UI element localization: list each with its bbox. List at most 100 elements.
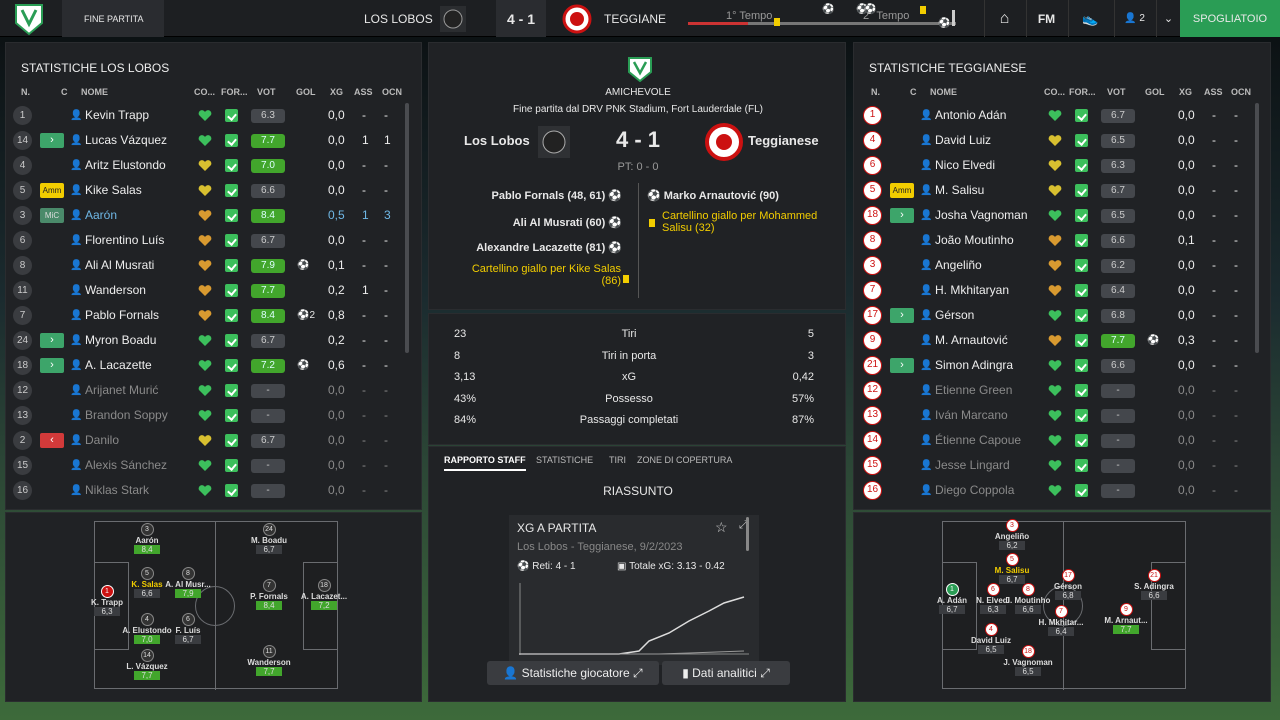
player-name[interactable]: Myron Boadu bbox=[85, 328, 156, 353]
player-row[interactable]: 13 👤 Iván Marcano - 0,0 - - bbox=[854, 403, 1264, 428]
col-xg[interactable]: XG bbox=[330, 87, 343, 97]
col-form[interactable]: FOR... bbox=[221, 87, 248, 97]
pitch-player[interactable]: 18 J. Vagnoman 6,5 bbox=[998, 645, 1058, 676]
player-row[interactable]: 12 👤 Arijanet Murić - 0,0 - - bbox=[6, 378, 416, 403]
player-name[interactable]: David Luiz bbox=[935, 128, 991, 153]
scrollbar[interactable] bbox=[405, 103, 409, 353]
player-name[interactable]: Pablo Fornals bbox=[85, 303, 159, 328]
pitch-player[interactable]: 8 A. Al Musr... 7,9 bbox=[158, 567, 218, 598]
player-row[interactable]: 14 › 👤 Lucas Vázquez 7.7 0,0 1 1 bbox=[6, 128, 416, 153]
player-name[interactable]: Aarón bbox=[85, 203, 117, 228]
player-name[interactable]: Iván Marcano bbox=[935, 403, 1008, 428]
player-name[interactable]: Wanderson bbox=[85, 278, 146, 303]
pitch-player[interactable]: 7 P. Fornals 8,4 bbox=[239, 579, 299, 610]
player-row[interactable]: 8 👤 Ali Al Musrati 7.9 ⚽ 0,1 - - bbox=[6, 253, 416, 278]
pitch-player[interactable]: 6 F. Luís 6,7 bbox=[158, 613, 218, 644]
player-row[interactable]: 2 ‹ 👤 Danilo 6.7 0,0 - - bbox=[6, 428, 416, 453]
player-name[interactable]: Arijanet Murić bbox=[85, 378, 158, 403]
away-team-label[interactable]: Teggianese bbox=[748, 133, 819, 148]
player-name[interactable]: Aritz Elustondo bbox=[85, 153, 166, 178]
col-assists[interactable]: ASS bbox=[1204, 87, 1223, 97]
player-row[interactable]: 14 👤 Étienne Capoue - 0,0 - - bbox=[854, 428, 1264, 453]
player-row[interactable]: 4 👤 David Luiz 6.5 0,0 - - bbox=[854, 128, 1264, 153]
player-name[interactable]: Jesse Lingard bbox=[935, 453, 1010, 478]
pitch-player[interactable]: 21 S. Adingra 6,6 bbox=[1124, 569, 1184, 600]
tab-statistiche[interactable]: STATISTICHE bbox=[536, 455, 593, 465]
users-button[interactable]: 👤 2 bbox=[1114, 0, 1154, 37]
player-row[interactable]: 6 👤 Florentino Luís 6.7 0,0 - - bbox=[6, 228, 416, 253]
player-name[interactable]: Nico Elvedi bbox=[935, 153, 995, 178]
shoe-icon[interactable]: 👟 bbox=[1068, 0, 1112, 37]
player-name[interactable]: H. Mkhitaryan bbox=[935, 278, 1009, 303]
col-form[interactable]: FOR... bbox=[1069, 87, 1096, 97]
col-goals[interactable]: GOL bbox=[296, 87, 316, 97]
player-name[interactable]: A. Lacazette bbox=[85, 353, 152, 378]
player-name[interactable]: Antonio Adán bbox=[935, 103, 1006, 128]
pitch-player[interactable]: 7 H. Mkhitar... 6,4 bbox=[1031, 605, 1091, 636]
fm-menu-button[interactable]: FM bbox=[1026, 0, 1066, 37]
col-goals[interactable]: GOL bbox=[1145, 87, 1165, 97]
analytics-button[interactable]: ▮ Dati analitici ⤢ bbox=[662, 661, 790, 685]
player-name[interactable]: M. Salisu bbox=[935, 178, 984, 203]
player-row[interactable]: 1 👤 Kevin Trapp 6.3 0,0 - - bbox=[6, 103, 416, 128]
pitch-player[interactable]: 3 Aarón 8,4 bbox=[117, 523, 177, 554]
tab-zone-copertura[interactable]: ZONE DI COPERTURA bbox=[637, 455, 732, 465]
col-ocn[interactable]: OCN bbox=[382, 87, 402, 97]
player-row[interactable]: 5 Amm 👤 Kike Salas 6.6 0,0 - - bbox=[6, 178, 416, 203]
col-condition[interactable]: CO... bbox=[194, 87, 215, 97]
tab-fine-partita[interactable]: FINE PARTITA bbox=[62, 0, 164, 37]
player-name[interactable]: Diego Coppola bbox=[935, 478, 1014, 503]
pitch-player[interactable]: 9 M. Arnaut... 7,7 bbox=[1096, 603, 1156, 634]
pitch-player[interactable]: 11 Wanderson 7,7 bbox=[239, 645, 299, 676]
player-name[interactable]: Étienne Capoue bbox=[935, 428, 1021, 453]
xg-card[interactable]: XG A PARTITA ☆ ⤢ Los Lobos - Teggianese,… bbox=[509, 515, 759, 665]
player-row[interactable]: 6 👤 Nico Elvedi 6.3 0,0 - - bbox=[854, 153, 1264, 178]
player-name[interactable]: M. Arnautović bbox=[935, 328, 1008, 353]
player-name[interactable]: Alexis Sánchez bbox=[85, 453, 167, 478]
player-name[interactable]: Josha Vagnoman bbox=[935, 203, 1028, 228]
player-row[interactable]: 7 👤 Pablo Fornals 8.4 ⚽2 0,8 - - bbox=[6, 303, 416, 328]
player-name[interactable]: Danilo bbox=[85, 428, 119, 453]
player-name[interactable]: Kike Salas bbox=[85, 178, 142, 203]
player-row[interactable]: 12 👤 Etienne Green - 0,0 - - bbox=[854, 378, 1264, 403]
scrollbar[interactable] bbox=[1255, 103, 1259, 353]
player-name[interactable]: Florentino Luís bbox=[85, 228, 164, 253]
pitch-player[interactable]: 14 L. Vázquez 7,7 bbox=[117, 649, 177, 680]
player-row[interactable]: 13 👤 Brandon Soppy - 0,0 - - bbox=[6, 403, 416, 428]
player-row[interactable]: 16 👤 Niklas Stark - 0,0 - - bbox=[6, 478, 416, 503]
player-row[interactable]: 4 👤 Aritz Elustondo 7.0 0,0 - - bbox=[6, 153, 416, 178]
player-name[interactable]: Lucas Vázquez bbox=[85, 128, 167, 153]
col-name[interactable]: NOME bbox=[81, 87, 108, 97]
player-name[interactable]: João Moutinho bbox=[935, 228, 1014, 253]
pitch-player[interactable]: 24 M. Boadu 6,7 bbox=[239, 523, 299, 554]
tab-tiri[interactable]: TIRI bbox=[609, 455, 626, 465]
player-row[interactable]: 5 Amm 👤 M. Salisu 6.7 0,0 - - bbox=[854, 178, 1264, 203]
chevron-down-icon[interactable]: ⌄ bbox=[1156, 0, 1180, 37]
player-name[interactable]: Angeliño bbox=[935, 253, 982, 278]
pitch-player[interactable]: 5 M. Salisu 6,7 bbox=[982, 553, 1042, 584]
player-name[interactable]: Etienne Green bbox=[935, 378, 1012, 403]
col-assists[interactable]: ASS bbox=[354, 87, 373, 97]
col-ocn[interactable]: OCN bbox=[1231, 87, 1251, 97]
player-row[interactable]: 18 › 👤 A. Lacazette 7.2 ⚽ 0,6 - - bbox=[6, 353, 416, 378]
col-name[interactable]: NOME bbox=[930, 87, 957, 97]
player-name[interactable]: Niklas Stark bbox=[85, 478, 149, 503]
spogliatoio-button[interactable]: SPOGLIATOIO bbox=[1180, 0, 1280, 37]
col-xg[interactable]: XG bbox=[1179, 87, 1192, 97]
tab-rapporto-staff[interactable]: RAPPORTO STAFF bbox=[444, 455, 526, 471]
player-row[interactable]: 15 👤 Jesse Lingard - 0,0 - - bbox=[854, 453, 1264, 478]
scrollbar[interactable] bbox=[746, 517, 749, 551]
player-row[interactable]: 18 › 👤 Josha Vagnoman 6.5 0,0 - - bbox=[854, 203, 1264, 228]
player-name[interactable]: Brandon Soppy bbox=[85, 403, 168, 428]
col-vote[interactable]: VOT bbox=[1107, 87, 1126, 97]
player-row[interactable]: 3 👤 Angeliño 6.2 0,0 - - bbox=[854, 253, 1264, 278]
player-row[interactable]: 3 MiC 👤 Aarón 8.4 0,5 1 3 bbox=[6, 203, 416, 228]
player-row[interactable]: 21 › 👤 Simon Adingra 6.6 0,0 - - bbox=[854, 353, 1264, 378]
player-row[interactable]: 11 👤 Wanderson 7.7 0,2 1 - bbox=[6, 278, 416, 303]
player-row[interactable]: 24 › 👤 Myron Boadu 6.7 0,2 - - bbox=[6, 328, 416, 353]
col-vote[interactable]: VOT bbox=[257, 87, 276, 97]
player-row[interactable]: 17 › 👤 Gérson 6.8 0,0 - - bbox=[854, 303, 1264, 328]
player-name[interactable]: Gérson bbox=[935, 303, 974, 328]
home-icon[interactable]: ⌂ bbox=[984, 0, 1024, 37]
star-icon[interactable]: ☆ bbox=[715, 519, 728, 536]
